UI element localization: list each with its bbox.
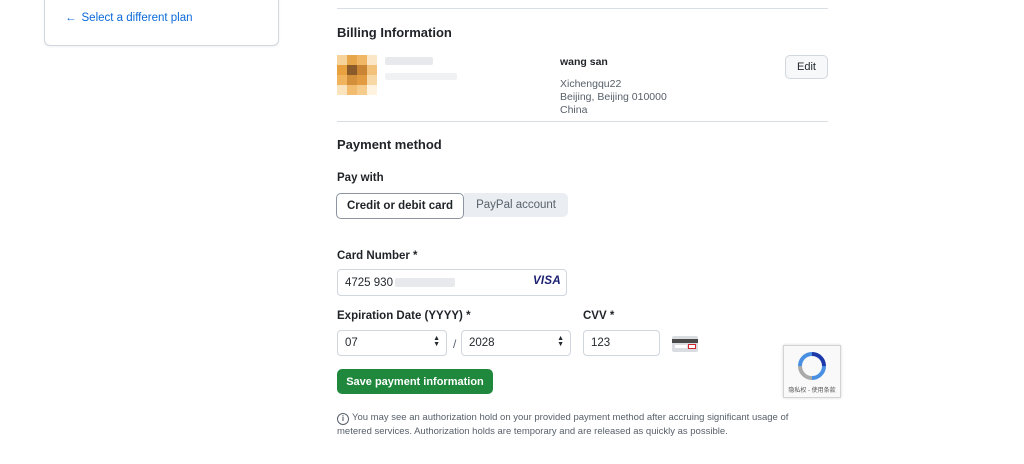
back-link-label: Select a different plan bbox=[81, 12, 193, 24]
visa-icon: VISA bbox=[532, 275, 561, 287]
arrow-left-icon: ← bbox=[65, 12, 77, 24]
pay-with-toggle: Credit or debit card PayPal account bbox=[336, 193, 568, 219]
address-line1: Xichengqu22 bbox=[560, 78, 622, 90]
cvv-input[interactable]: 123 bbox=[583, 330, 660, 356]
info-icon: i bbox=[337, 413, 349, 425]
card-number-value: 4725 930 bbox=[345, 276, 393, 289]
billing-name: wang san bbox=[560, 56, 608, 68]
recaptcha-icon bbox=[798, 352, 826, 380]
chevron-updown-icon: ▲ ▼ bbox=[557, 335, 564, 348]
card-number-input[interactable]: 4725 930 VISA bbox=[337, 269, 567, 296]
authorization-note: i You may see an authorization hold on yo… bbox=[337, 411, 817, 439]
expiration-label: Expiration Date (YYYY) * bbox=[337, 310, 471, 322]
authorization-note-text: You may see an authorization hold on you… bbox=[337, 412, 789, 437]
cvv-value: 123 bbox=[591, 337, 611, 349]
edit-billing-button[interactable]: Edit bbox=[785, 55, 828, 79]
blurred-card-digits bbox=[394, 278, 455, 287]
divider-middle bbox=[337, 121, 828, 122]
blurred-email bbox=[385, 73, 457, 80]
plan-card: ← Select a different plan bbox=[44, 0, 279, 46]
billing-title: Billing Information bbox=[337, 25, 452, 40]
payment-title: Payment method bbox=[337, 137, 442, 152]
card-number-label: Card Number * bbox=[337, 250, 418, 262]
exp-month-value: 07 bbox=[345, 337, 358, 349]
recaptcha-badge[interactable]: 隐私权 - 使用条款 bbox=[783, 345, 841, 398]
recaptcha-links[interactable]: 隐私权 - 使用条款 bbox=[786, 385, 838, 394]
chevron-updown-icon: ▲ ▼ bbox=[433, 335, 440, 348]
blurred-username bbox=[385, 57, 433, 65]
paypal-option[interactable]: PayPal account bbox=[464, 193, 568, 217]
divider-top bbox=[337, 8, 828, 9]
address-line2: Beijing, Beijing 010000 bbox=[560, 91, 667, 103]
billing-address: wang san Xichengqu22 Beijing, Beijing 01… bbox=[560, 56, 667, 117]
pay-with-label: Pay with bbox=[337, 172, 384, 184]
select-different-plan-link[interactable]: ← Select a different plan bbox=[65, 12, 193, 24]
cvv-label: CVV * bbox=[583, 310, 615, 322]
exp-year-select[interactable]: 2028 ▲ ▼ bbox=[461, 330, 571, 356]
expiration-separator: / bbox=[453, 337, 457, 351]
address-country: China bbox=[560, 104, 588, 116]
exp-year-value: 2028 bbox=[469, 337, 495, 349]
exp-month-select[interactable]: 07 ▲ ▼ bbox=[337, 330, 447, 356]
save-payment-button[interactable]: Save payment information bbox=[337, 369, 493, 394]
credit-card-option[interactable]: Credit or debit card bbox=[336, 193, 465, 219]
cvv-card-icon bbox=[672, 336, 698, 352]
avatar bbox=[337, 55, 377, 95]
